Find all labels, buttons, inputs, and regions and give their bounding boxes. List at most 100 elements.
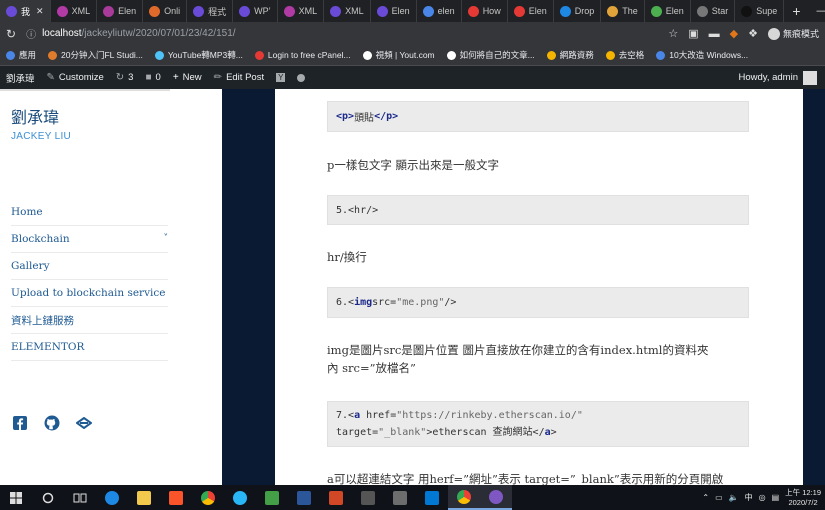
powerpoint-icon[interactable] xyxy=(320,485,352,510)
browser-tab[interactable]: Supe xyxy=(735,0,785,22)
menu-item[interactable]: ELEMENTOR xyxy=(11,334,168,361)
browser-tab[interactable]: elen xyxy=(417,0,462,22)
status-dot-icon xyxy=(297,73,306,82)
start-button[interactable] xyxy=(0,485,32,510)
tab-label: WP’ xyxy=(254,6,271,16)
bookmark-item[interactable]: 10大改造 Windows... xyxy=(656,49,748,61)
chrome-taskbar-icon[interactable] xyxy=(448,485,480,510)
browser-tab[interactable]: Elen xyxy=(371,0,417,22)
menu-item[interactable]: Gallery xyxy=(11,253,168,280)
bookmark-item[interactable]: 視頻 | Yout.com xyxy=(362,49,435,61)
comments-link[interactable]: ■ 0 xyxy=(139,72,166,83)
updates-link[interactable]: ↻ 3 xyxy=(110,72,140,83)
browser-tab[interactable]: XML xyxy=(51,0,98,22)
code-line: 7.<a href="https://rinkeby.etherscan.io/… xyxy=(336,410,583,421)
browser-tab[interactable]: Onli xyxy=(143,0,188,22)
browser-tab[interactable]: Elen xyxy=(645,0,691,22)
bookmark-star-icon[interactable]: ☆ xyxy=(668,27,678,40)
globe-icon[interactable]: ◎ xyxy=(759,493,766,502)
admin-site-name[interactable]: 劉承瑋 xyxy=(0,71,41,85)
paragraph: a可以超連結文字 用herf=”網址”表示 target=”_blank”表示用… xyxy=(327,472,724,485)
network-icon[interactable]: ▤ xyxy=(772,493,780,502)
bookmark-item[interactable]: Login to free cPanel... xyxy=(254,50,351,60)
bookmark-item[interactable]: 網路資務 xyxy=(546,49,594,61)
minimize-window-button[interactable]: — xyxy=(809,5,825,17)
reload-icon[interactable]: ↻ xyxy=(6,27,16,41)
chevron-up-icon[interactable]: ⌃ xyxy=(702,493,709,502)
incognito-profile[interactable]: 無痕模式 xyxy=(767,27,819,40)
ime-indicator[interactable]: 中 xyxy=(745,492,753,503)
browser-tab[interactable]: Elen xyxy=(508,0,554,22)
chevron-down-icon[interactable]: ˅ xyxy=(164,234,169,244)
photos-icon[interactable] xyxy=(384,485,416,510)
info-icon[interactable]: ⓘ xyxy=(26,26,36,41)
word-icon[interactable] xyxy=(288,485,320,510)
browser-tab[interactable]: XML xyxy=(324,0,371,22)
tab-label: Elen xyxy=(528,6,547,16)
chrome-icon[interactable] xyxy=(192,485,224,510)
account-menu[interactable]: Howdy, admin xyxy=(731,70,825,85)
code-token: >etherscan 查詢網站</ xyxy=(426,427,545,438)
tab-label: Elen xyxy=(118,6,137,16)
main-menu: Home Blockchain ˅ Gallery Upload to blockcha… xyxy=(11,199,168,361)
browser-tab[interactable]: XML xyxy=(278,0,325,22)
browser-tab[interactable]: WP’ xyxy=(233,0,278,22)
bookmark-item[interactable]: 20分钟入门FL Studi... xyxy=(48,49,143,61)
app-icon[interactable] xyxy=(256,485,288,510)
menu-item[interactable]: Blockchain ˅ xyxy=(11,226,168,253)
url-host: localhost xyxy=(42,28,82,39)
tab-favicon-icon xyxy=(193,5,205,17)
github-icon[interactable] xyxy=(43,414,61,432)
vscode-icon[interactable] xyxy=(416,485,448,510)
close-tab-icon[interactable]: ✕ xyxy=(36,6,44,17)
menu-item[interactable]: 資料上鏈服務 xyxy=(11,307,168,334)
bookmark-item[interactable]: 去空格 xyxy=(605,49,644,61)
pencil-icon: ✏ xyxy=(213,72,223,83)
edit-post-link[interactable]: ✏ Edit Post xyxy=(208,72,270,83)
bookmark-item[interactable]: 應用 xyxy=(6,49,36,61)
search-icon[interactable] xyxy=(32,485,64,510)
calculator-icon[interactable] xyxy=(352,485,384,510)
code-token: "me.png" xyxy=(396,297,445,308)
extension-icon[interactable]: ▣ xyxy=(688,27,698,40)
yoast-link[interactable]: Y xyxy=(270,73,291,82)
bookmark-favicon-icon xyxy=(154,50,164,60)
task-view-icon[interactable] xyxy=(64,485,96,510)
clock[interactable]: 上午 12:19 2020/7/2 xyxy=(785,488,821,508)
bookmark-item[interactable]: 如何將自己的文章... xyxy=(446,49,535,61)
recorder-icon[interactable] xyxy=(480,485,512,510)
browser-tab[interactable]: Star xyxy=(691,0,736,22)
puzzle-icon[interactable]: ❖ xyxy=(748,27,758,40)
bookmark-favicon-icon xyxy=(254,50,264,60)
facebook-icon[interactable] xyxy=(11,414,29,432)
site-title[interactable]: 劉承瑋 xyxy=(11,104,59,128)
seo-status[interactable] xyxy=(291,73,311,82)
browser-tab[interactable]: Elen xyxy=(97,0,144,22)
file-explorer-icon[interactable] xyxy=(128,485,160,510)
updates-count: 3 xyxy=(128,72,134,83)
customize-link[interactable]: ✎ Customize xyxy=(41,72,110,83)
new-content-link[interactable]: + New xyxy=(167,72,208,83)
menu-item[interactable]: Upload to blockchain service xyxy=(11,280,168,307)
browser-tab[interactable]: Drop xyxy=(554,0,602,22)
browser-tab[interactable]: The xyxy=(601,0,645,22)
metamask-icon[interactable]: ◆ xyxy=(730,27,738,40)
new-tab-button[interactable]: + xyxy=(784,3,808,19)
brush-icon: ✎ xyxy=(46,72,55,83)
browser-tab[interactable]: 我 ✕ xyxy=(0,0,51,22)
browser-tab[interactable]: 程式 xyxy=(187,0,234,22)
site-sidebar: 劉承瑋 JACKEY LIU Home Blockchain ˅ Gallery Upl… xyxy=(0,89,222,485)
edge-icon[interactable] xyxy=(96,485,128,510)
ie-icon[interactable] xyxy=(224,485,256,510)
battery-icon[interactable]: ▭ xyxy=(715,493,723,502)
address-input[interactable]: ⓘ localhost/jackeyliutw/2020/07/01/23/42… xyxy=(26,26,658,41)
bookmarks-bar: 應用 20分钟入门FL Studi... YouTube轉MP3轉... Login … xyxy=(0,45,825,66)
browser-tab[interactable]: How xyxy=(462,0,508,22)
bookmark-item[interactable]: YouTube轉MP3轉... xyxy=(154,49,243,61)
brave-icon[interactable] xyxy=(160,485,192,510)
menu-item[interactable]: Home xyxy=(11,199,168,226)
code-token: 6.< xyxy=(336,297,355,308)
cast-icon[interactable]: ▬ xyxy=(709,28,720,40)
volume-icon[interactable]: 🔈 xyxy=(729,493,739,502)
ethereum-icon[interactable] xyxy=(75,414,93,432)
